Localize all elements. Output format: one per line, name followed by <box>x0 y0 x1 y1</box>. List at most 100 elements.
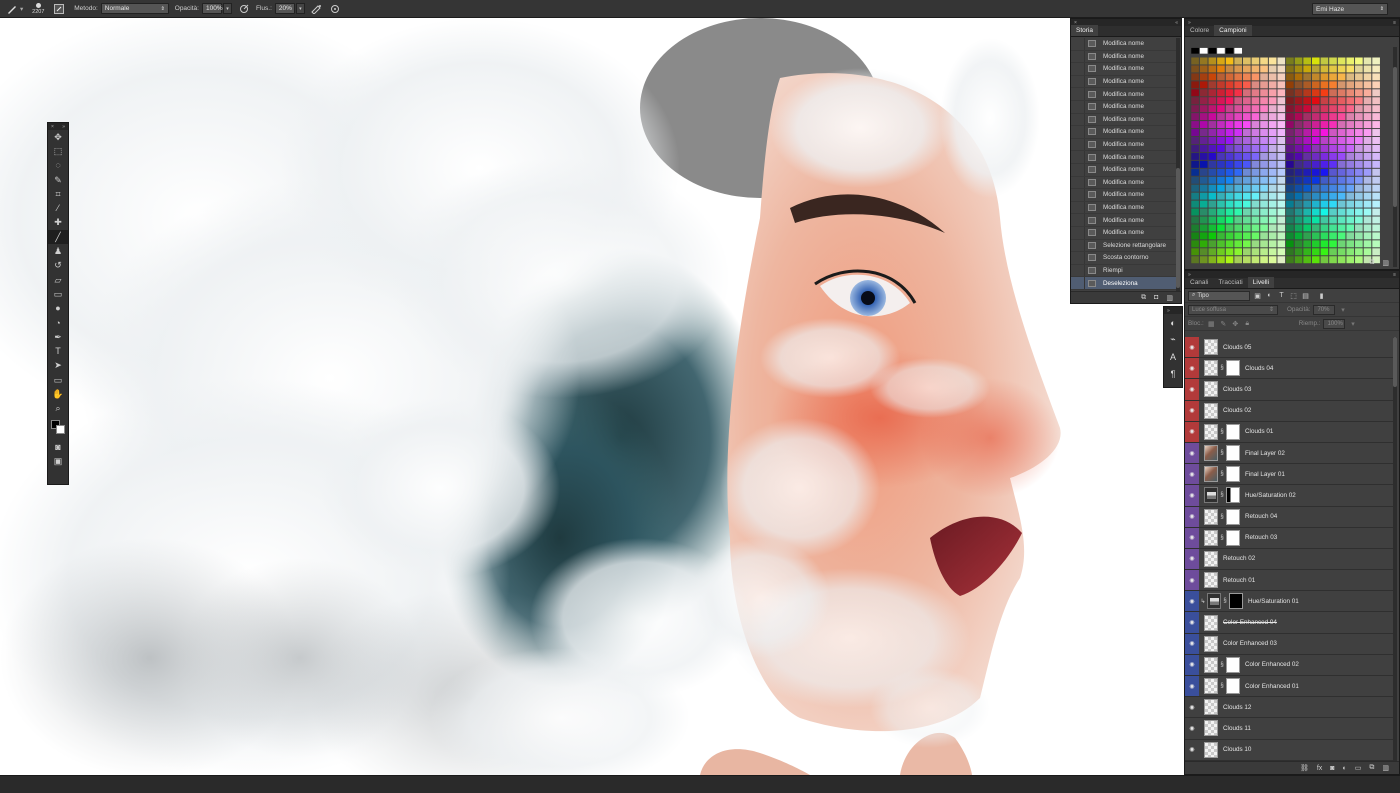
layer-name[interactable]: Clouds 03 <box>1223 386 1251 393</box>
swatch[interactable] <box>1217 224 1225 232</box>
pressure-opacity-icon[interactable] <box>238 3 250 15</box>
layer-visibility-toggle[interactable]: ◉ <box>1185 527 1199 548</box>
layer-visibility-toggle[interactable]: ◉ <box>1185 718 1199 739</box>
swatch[interactable] <box>1372 121 1380 129</box>
swatch[interactable] <box>1355 224 1363 232</box>
scroll-thumb[interactable] <box>1393 337 1397 387</box>
swatch[interactable] <box>1251 184 1260 192</box>
screen-mode-icon[interactable]: ▣ <box>48 454 68 468</box>
eye-icon[interactable]: ◉ <box>1189 513 1194 520</box>
swatch[interactable] <box>1208 113 1217 121</box>
swatch[interactable] <box>1268 81 1277 89</box>
swatch[interactable] <box>1199 176 1208 184</box>
swatch[interactable] <box>1286 89 1294 97</box>
history-item[interactable]: Modifica nome <box>1071 163 1177 177</box>
swatch[interactable] <box>1303 89 1311 97</box>
swatch[interactable] <box>1217 160 1225 168</box>
swatch[interactable] <box>1242 152 1251 160</box>
swatch[interactable] <box>1242 224 1251 232</box>
swatch[interactable] <box>1277 73 1286 81</box>
swatch[interactable] <box>1372 57 1380 65</box>
history-source-toggle[interactable] <box>1071 226 1085 239</box>
layer-visibility-toggle[interactable]: ◉ <box>1185 654 1199 675</box>
layer-thumbnail[interactable] <box>1204 508 1218 525</box>
color-swatches-icon[interactable] <box>48 416 68 440</box>
layer-name[interactable]: Color Enhanced 01 <box>1245 683 1299 690</box>
swatch[interactable] <box>1277 89 1286 97</box>
swatch[interactable] <box>1372 105 1380 113</box>
history-source-toggle[interactable] <box>1071 151 1085 163</box>
layer-name[interactable]: Clouds 04 <box>1245 365 1273 372</box>
swatch[interactable] <box>1277 81 1286 89</box>
swatch[interactable] <box>1260 105 1268 113</box>
swatch[interactable] <box>1234 200 1243 208</box>
swatch[interactable] <box>1286 113 1294 121</box>
tab-history[interactable]: Storia <box>1071 25 1098 36</box>
history-item[interactable]: Modifica nome <box>1071 100 1177 114</box>
swatch[interactable] <box>1217 240 1225 248</box>
swatch[interactable] <box>1303 113 1311 121</box>
swatch[interactable] <box>1372 248 1380 256</box>
swatch[interactable] <box>1337 113 1346 121</box>
path-selection-icon[interactable]: ➤ <box>48 359 68 373</box>
document-canvas[interactable] <box>0 18 1184 775</box>
layers-scrollbar[interactable] <box>1393 337 1397 761</box>
layer-visibility-toggle[interactable]: ◉ <box>1185 633 1199 654</box>
eye-icon[interactable]: ◉ <box>1189 471 1194 478</box>
swatch[interactable] <box>1372 168 1380 176</box>
swatch[interactable] <box>1242 208 1251 216</box>
swatch[interactable] <box>1234 248 1243 256</box>
eye-icon[interactable]: ◉ <box>1189 683 1194 690</box>
swatch[interactable] <box>1303 105 1311 113</box>
swatch[interactable] <box>1286 97 1294 105</box>
swatch[interactable] <box>1251 97 1260 105</box>
panel-header[interactable]: » <box>1164 307 1182 314</box>
swatch[interactable] <box>1355 240 1363 248</box>
swatch[interactable] <box>1337 73 1346 81</box>
layer-name[interactable]: Retouch 04 <box>1245 513 1277 520</box>
swatch[interactable] <box>1208 121 1217 129</box>
layer-name[interactable]: Clouds 11 <box>1223 725 1251 732</box>
swatch[interactable] <box>1251 248 1260 256</box>
swatch[interactable] <box>1225 81 1234 89</box>
filter-adjustment-icon[interactable]: ◐ <box>1265 291 1274 300</box>
collapse-icon[interactable]: » <box>62 124 65 130</box>
swatch[interactable] <box>1363 97 1372 105</box>
filter-smart-object-icon[interactable]: ▤ <box>1301 291 1310 300</box>
swatch[interactable] <box>1242 192 1251 200</box>
layer-thumbnail[interactable] <box>1204 741 1218 758</box>
swatch[interactable] <box>1217 89 1225 97</box>
filter-pixel-icon[interactable]: ▣ <box>1253 291 1262 300</box>
layer-name[interactable]: Final Layer 02 <box>1245 450 1285 457</box>
swatch[interactable] <box>1329 216 1337 224</box>
swatch[interactable] <box>1303 232 1311 240</box>
swatch[interactable] <box>1217 176 1225 184</box>
layer-visibility-toggle[interactable]: ◉ <box>1185 442 1199 464</box>
layer-mask-thumbnail[interactable] <box>1226 529 1240 546</box>
swatch[interactable] <box>1268 144 1277 152</box>
swatch[interactable] <box>1355 200 1363 208</box>
swatch[interactable] <box>1225 65 1234 73</box>
swatch[interactable] <box>1320 184 1329 192</box>
swatch[interactable] <box>1303 200 1311 208</box>
swatch[interactable] <box>1286 160 1294 168</box>
swatch[interactable] <box>1268 168 1277 176</box>
tool-preset-arrow[interactable]: ▾ <box>20 5 23 13</box>
swatch[interactable] <box>1303 160 1311 168</box>
opacity-dropdown-button[interactable]: ▾ <box>222 3 232 14</box>
swatch[interactable] <box>1260 65 1268 73</box>
panel-menu-icon[interactable]: ≡ <box>1393 272 1396 278</box>
swatch[interactable] <box>1320 232 1329 240</box>
history-source-toggle[interactable] <box>1071 126 1085 138</box>
swatch[interactable] <box>1355 105 1363 113</box>
swatch[interactable] <box>1217 144 1225 152</box>
scroll-thumb[interactable] <box>1176 168 1180 288</box>
swatch[interactable] <box>1372 65 1380 73</box>
swatch[interactable] <box>1277 216 1286 224</box>
history-source-toggle[interactable] <box>1071 75 1085 88</box>
swatch[interactable] <box>1337 65 1346 73</box>
swatch[interactable] <box>1337 256 1346 264</box>
swatch[interactable] <box>1303 73 1311 81</box>
swatch[interactable] <box>1311 192 1320 200</box>
history-item[interactable]: Modifica nome <box>1071 201 1177 215</box>
